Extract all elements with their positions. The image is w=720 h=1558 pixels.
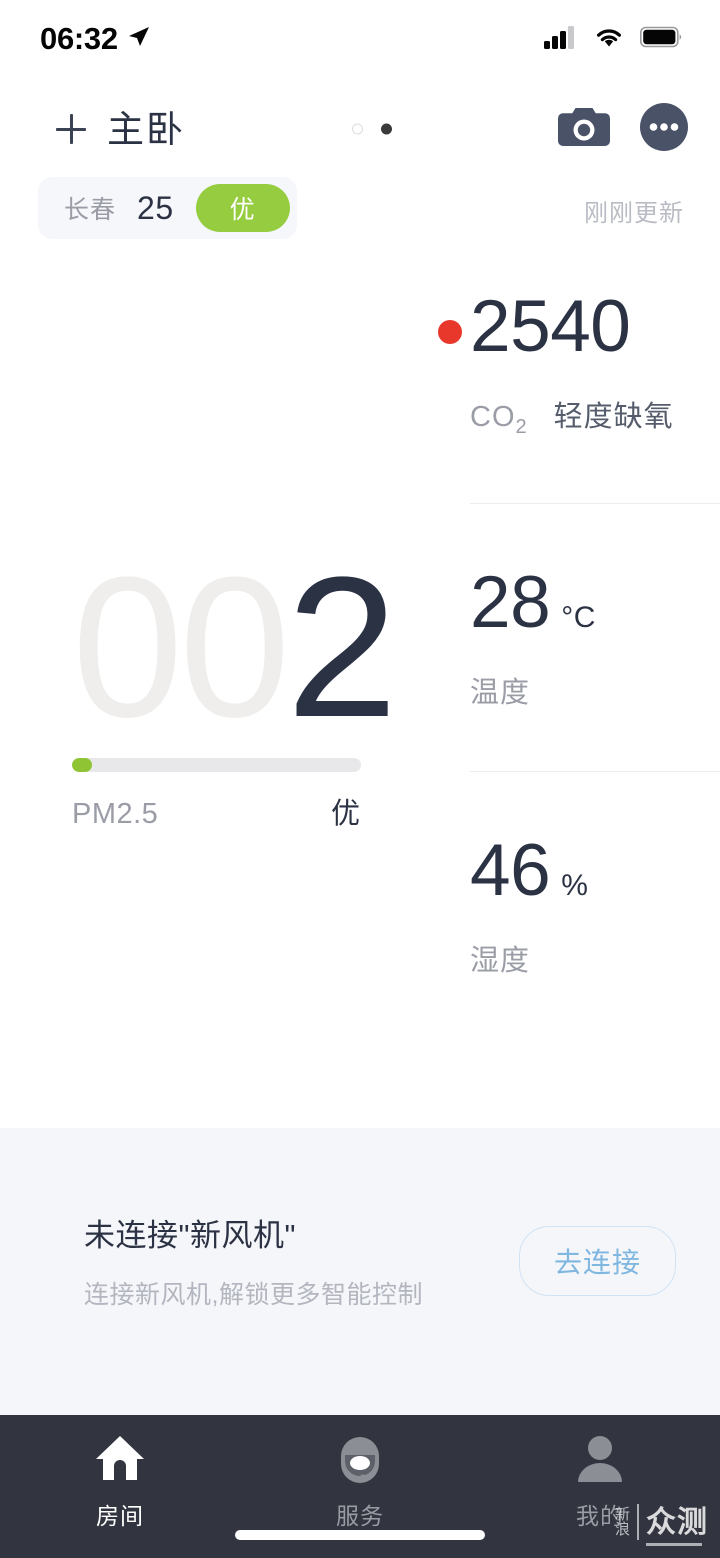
humidity-value: 46: [470, 829, 551, 911]
co2-status-text: 轻度缺氧: [553, 401, 674, 433]
update-status-text: 刚刚更新: [584, 200, 684, 227]
more-options-icon[interactable]: [640, 102, 688, 156]
humidity-label: 湿度: [470, 944, 531, 977]
temperature-label: 温度: [470, 676, 531, 709]
pm25-digits: 00 2: [72, 536, 398, 759]
tab-services[interactable]: 服务: [240, 1415, 480, 1531]
watermark-underline: [646, 1543, 702, 1546]
metrics-column: 2540 CO2 轻度缺氧 28 °C 温度 46 % 湿度: [438, 286, 720, 979]
outdoor-aqi-chip[interactable]: 长春 25 优: [38, 177, 297, 239]
metric-divider-1: [470, 502, 720, 504]
tab-services-label: 服务: [336, 1503, 384, 1529]
co2-label: CO2: [470, 401, 528, 439]
bottom-tab-bar: 房间 服务 我的 新 浪 众测: [0, 1415, 720, 1558]
page-indicator-dots[interactable]: [352, 123, 392, 135]
plus-icon[interactable]: [56, 114, 86, 144]
pm25-label: PM2.5: [72, 798, 159, 830]
pm25-progress-bar: [72, 758, 361, 772]
metric-divider-2: [470, 770, 720, 772]
pm25-padding-digits: 00: [72, 536, 290, 759]
pm25-footer: PM2.5 优: [72, 790, 361, 832]
aqi-status-badge: 优: [195, 184, 290, 232]
cellular-signal-icon: [544, 25, 578, 54]
co2-label-text: CO: [470, 401, 516, 433]
home-icon: [93, 1433, 147, 1488]
tab-rooms-label: 房间: [96, 1503, 144, 1529]
banner-text-group: 未连接"新风机" 连接新风机,解锁更多智能控制: [84, 1210, 519, 1311]
co2-value: 2540: [470, 286, 631, 367]
camera-icon[interactable]: [558, 105, 610, 154]
status-bar: 06:32: [0, 0, 720, 78]
status-bar-left: 06:32: [40, 21, 151, 57]
page-header: 主卧: [0, 96, 720, 162]
watermark-line-1: 新: [614, 1505, 630, 1523]
wifi-icon: [593, 25, 625, 54]
metric-temperature[interactable]: 28 °C 温度: [470, 566, 720, 711]
aqi-value: 25: [137, 189, 174, 226]
metric-co2[interactable]: 2540 CO2 轻度缺氧: [438, 286, 720, 439]
page-dot-1[interactable]: [352, 123, 363, 135]
header-actions: [558, 102, 688, 156]
status-bar-right: [544, 25, 684, 54]
connect-device-button[interactable]: 去连接: [518, 1225, 676, 1296]
headset-icon: [333, 1433, 387, 1488]
aqi-city-label: 长春: [64, 196, 117, 224]
page-title: 主卧: [107, 108, 185, 150]
pm25-value-digit: 2: [286, 536, 397, 759]
watermark-main-group: 众测: [646, 1497, 708, 1546]
watermark-main-text: 众测: [646, 1506, 708, 1539]
home-indicator[interactable]: [235, 1530, 485, 1540]
pm25-progress-fill: [72, 758, 93, 772]
status-bar-clock: 06:32: [40, 21, 118, 56]
person-icon: [573, 1433, 627, 1488]
watermark-brand-vertical: 新 浪: [615, 1507, 630, 1537]
metric-humidity[interactable]: 46 % 湿度: [470, 834, 720, 979]
page-dot-2[interactable]: [381, 123, 392, 135]
tab-rooms[interactable]: 房间: [0, 1415, 240, 1531]
battery-full-icon: [640, 25, 684, 54]
pm25-panel[interactable]: 00 2 PM2.5 优: [72, 536, 398, 832]
co2-label-subscript: 2: [515, 415, 528, 438]
temperature-value: 28: [470, 561, 551, 643]
device-connect-banner: 未连接"新风机" 连接新风机,解锁更多智能控制 去连接: [0, 1210, 720, 1311]
co2-alert-indicator-icon: [438, 320, 462, 344]
pm25-rating-label: 优: [330, 798, 361, 830]
watermark-line-2: 浪: [614, 1520, 630, 1538]
watermark: 新 浪 众测: [615, 1497, 708, 1546]
humidity-unit: %: [561, 868, 589, 902]
banner-subtitle: 连接新风机,解锁更多智能控制: [84, 1281, 423, 1309]
app-screen: 06:32 主卧 长春 25 优 刚刚更新 2540 CO2 轻度缺氧 28 °…: [0, 0, 720, 1558]
watermark-divider: [637, 1503, 639, 1540]
temperature-unit: °C: [561, 600, 596, 634]
banner-title: 未连接"新风机": [84, 1218, 297, 1253]
location-arrow-icon: [127, 25, 151, 54]
